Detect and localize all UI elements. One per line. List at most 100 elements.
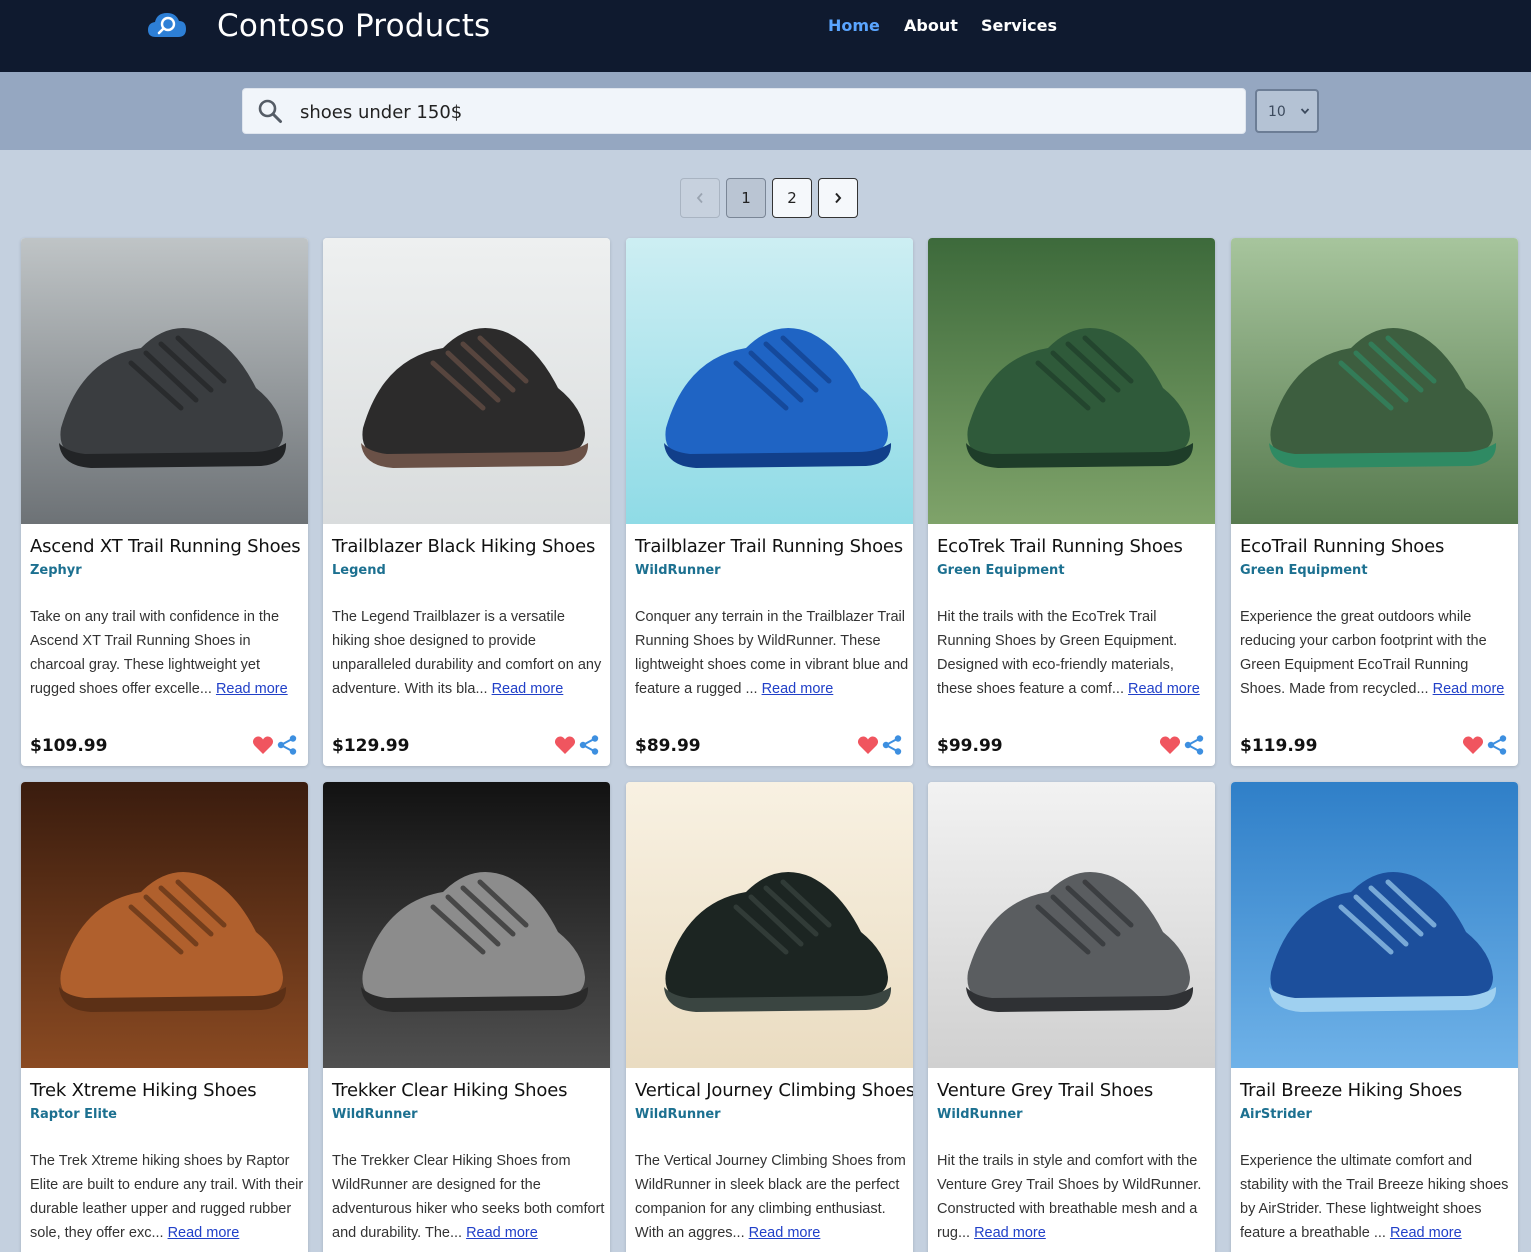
- page-size-select[interactable]: 10: [1255, 89, 1319, 133]
- product-image[interactable]: [323, 782, 610, 1068]
- product-price: $89.99: [635, 736, 701, 756]
- read-more-link[interactable]: Read more: [1433, 681, 1505, 697]
- product-title[interactable]: Trail Breeze Hiking Shoes: [1240, 1080, 1462, 1101]
- product-brand: Green Equipment: [937, 563, 1065, 578]
- product-card[interactable]: Vertical Journey Climbing Shoes WildRunn…: [626, 782, 913, 1252]
- product-image[interactable]: [1231, 782, 1518, 1068]
- product-description-text: Experience the ultimate comfort and stab…: [1240, 1153, 1509, 1241]
- shoe-image-icon: [928, 782, 1215, 1068]
- product-image[interactable]: [21, 782, 308, 1068]
- search-input[interactable]: [300, 99, 1230, 125]
- read-more-link[interactable]: Read more: [466, 1225, 538, 1241]
- page-1-button[interactable]: 1: [726, 178, 766, 218]
- nav-about[interactable]: About: [904, 16, 958, 35]
- shoe-image-icon: [21, 238, 308, 524]
- product-card[interactable]: Trek Xtreme Hiking Shoes Raptor Elite Th…: [21, 782, 308, 1252]
- product-title[interactable]: Trailblazer Black Hiking Shoes: [332, 536, 595, 557]
- product-card[interactable]: Trailblazer Black Hiking Shoes Legend Th…: [323, 238, 610, 766]
- heart-icon[interactable]: [1159, 735, 1181, 755]
- product-brand: AirStrider: [1240, 1107, 1312, 1122]
- search-icon: [258, 99, 282, 123]
- product-image[interactable]: [626, 238, 913, 524]
- prev-page-button[interactable]: [680, 178, 720, 218]
- nav-home[interactable]: Home: [828, 16, 880, 35]
- heart-icon[interactable]: [252, 735, 274, 755]
- product-description: The Vertical Journey Climbing Shoes from…: [635, 1149, 909, 1245]
- product-description: Hit the trails in style and comfort with…: [937, 1149, 1211, 1245]
- read-more-link[interactable]: Read more: [216, 681, 288, 697]
- share-icon[interactable]: [578, 734, 600, 756]
- product-price: $119.99: [1240, 736, 1318, 756]
- read-more-link[interactable]: Read more: [1390, 1225, 1462, 1241]
- product-title[interactable]: EcoTrail Running Shoes: [1240, 536, 1444, 557]
- product-description: Experience the ultimate comfort and stab…: [1240, 1149, 1514, 1245]
- shoe-image-icon: [323, 782, 610, 1068]
- nav-services[interactable]: Services: [981, 16, 1057, 35]
- shoe-image-icon: [1231, 782, 1518, 1068]
- product-title[interactable]: Ascend XT Trail Running Shoes: [30, 536, 301, 557]
- product-image[interactable]: [323, 238, 610, 524]
- next-page-button[interactable]: [818, 178, 858, 218]
- product-price: $109.99: [30, 736, 108, 756]
- read-more-link[interactable]: Read more: [974, 1225, 1046, 1241]
- product-title[interactable]: Trek Xtreme Hiking Shoes: [30, 1080, 257, 1101]
- product-card[interactable]: Venture Grey Trail Shoes WildRunner Hit …: [928, 782, 1215, 1252]
- product-brand: Zephyr: [30, 563, 82, 578]
- read-more-link[interactable]: Read more: [762, 681, 834, 697]
- shoe-image-icon: [626, 238, 913, 524]
- read-more-link[interactable]: Read more: [492, 681, 564, 697]
- product-title[interactable]: Trekker Clear Hiking Shoes: [332, 1080, 567, 1101]
- chevron-down-icon: [1300, 108, 1310, 115]
- share-icon[interactable]: [1183, 734, 1205, 756]
- shoe-image-icon: [928, 238, 1215, 524]
- product-card[interactable]: Trailblazer Trail Running Shoes WildRunn…: [626, 238, 913, 766]
- product-image[interactable]: [21, 238, 308, 524]
- product-title[interactable]: Vertical Journey Climbing Shoes: [635, 1080, 913, 1101]
- product-card[interactable]: Trekker Clear Hiking Shoes WildRunner Th…: [323, 782, 610, 1252]
- product-brand: WildRunner: [937, 1107, 1023, 1122]
- product-description: The Trek Xtreme hiking shoes by Raptor E…: [30, 1149, 304, 1245]
- product-title[interactable]: Trailblazer Trail Running Shoes: [635, 536, 903, 557]
- product-image[interactable]: [626, 782, 913, 1068]
- shoe-image-icon: [1231, 238, 1518, 524]
- product-brand: Legend: [332, 563, 386, 578]
- product-card[interactable]: Ascend XT Trail Running Shoes Zephyr Tak…: [21, 238, 308, 766]
- product-brand: Raptor Elite: [30, 1107, 117, 1122]
- product-image[interactable]: [928, 238, 1215, 524]
- product-brand: WildRunner: [332, 1107, 418, 1122]
- share-icon[interactable]: [881, 734, 903, 756]
- product-price: $99.99: [937, 736, 1003, 756]
- product-description: Hit the trails with the EcoTrek Trail Ru…: [937, 605, 1211, 701]
- read-more-link[interactable]: Read more: [1128, 681, 1200, 697]
- product-description: The Legend Trailblazer is a versatile hi…: [332, 605, 606, 701]
- product-description: The Trekker Clear Hiking Shoes from Wild…: [332, 1149, 606, 1245]
- product-brand: WildRunner: [635, 1107, 721, 1122]
- heart-icon[interactable]: [857, 735, 879, 755]
- cloud-search-logo-icon[interactable]: [146, 9, 188, 41]
- product-description: Experience the great outdoors while redu…: [1240, 605, 1514, 701]
- read-more-link[interactable]: Read more: [168, 1225, 240, 1241]
- share-icon[interactable]: [1486, 734, 1508, 756]
- product-title[interactable]: Venture Grey Trail Shoes: [937, 1080, 1153, 1101]
- product-title[interactable]: EcoTrek Trail Running Shoes: [937, 536, 1183, 557]
- shoe-image-icon: [21, 782, 308, 1068]
- read-more-link[interactable]: Read more: [749, 1225, 821, 1241]
- shoe-image-icon: [323, 238, 610, 524]
- chevron-right-icon: [835, 192, 842, 204]
- product-card[interactable]: EcoTrail Running Shoes Green Equipment E…: [1231, 238, 1518, 766]
- share-icon[interactable]: [276, 734, 298, 756]
- product-card[interactable]: EcoTrek Trail Running Shoes Green Equipm…: [928, 238, 1215, 766]
- heart-icon[interactable]: [1462, 735, 1484, 755]
- product-image[interactable]: [928, 782, 1215, 1068]
- product-card[interactable]: Trail Breeze Hiking Shoes AirStrider Exp…: [1231, 782, 1518, 1252]
- product-brand: WildRunner: [635, 563, 721, 578]
- product-image[interactable]: [1231, 238, 1518, 524]
- site-brand[interactable]: Contoso Products: [217, 8, 490, 44]
- product-price: $129.99: [332, 736, 410, 756]
- product-description: Take on any trail with confidence in the…: [30, 605, 304, 701]
- page-2-button[interactable]: 2: [772, 178, 812, 218]
- heart-icon[interactable]: [554, 735, 576, 755]
- shoe-image-icon: [626, 782, 913, 1068]
- page-size-value: 10: [1268, 104, 1286, 120]
- product-description: Conquer any terrain in the Trailblazer T…: [635, 605, 909, 701]
